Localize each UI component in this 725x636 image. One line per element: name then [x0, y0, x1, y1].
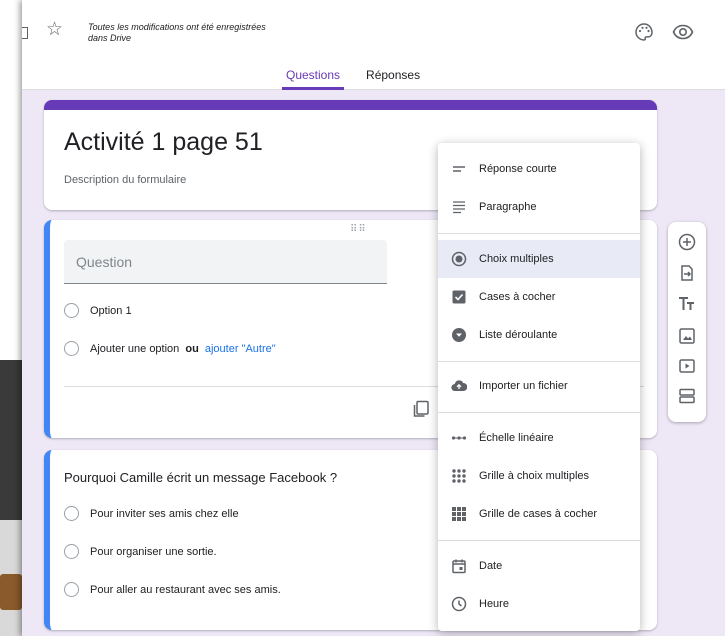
option-1-input[interactable]: Option 1 — [90, 305, 132, 317]
star-icon[interactable]: ☆ — [46, 20, 63, 39]
import-questions-icon[interactable] — [677, 263, 697, 283]
add-image-icon[interactable] — [677, 326, 697, 346]
menu-item-label: Grille de cases à cocher — [479, 508, 597, 520]
question-title-input[interactable]: Question — [64, 240, 387, 284]
paragraph-icon — [453, 201, 465, 214]
menu-item-multiple-choice[interactable]: Choix multiples — [438, 240, 640, 278]
checkbox-grid-icon — [452, 507, 466, 521]
add-option-row: Ajouter une option ou ajouter "Autre" — [90, 343, 276, 355]
radio-icon — [64, 506, 79, 521]
menu-item-label: Paragraphe — [479, 201, 537, 213]
background-desktop-fragment — [0, 360, 22, 520]
menu-item-label: Échelle linéaire — [479, 432, 554, 444]
add-section-icon[interactable] — [677, 386, 697, 406]
radio-icon — [64, 582, 79, 597]
add-option-link[interactable]: Ajouter une option — [90, 343, 179, 355]
top-bar: ☆ Toutes les modifications ont été enreg… — [22, 0, 725, 90]
background-window-fragment — [0, 0, 22, 360]
menu-item-label: Cases à cocher — [479, 291, 556, 303]
menu-item-checkbox-grid[interactable]: Grille de cases à cocher — [438, 495, 640, 533]
clock-icon — [451, 596, 467, 612]
tab-questions[interactable]: Questions — [282, 64, 345, 90]
menu-item-label: Importer un fichier — [479, 380, 568, 392]
menu-item-label: Date — [479, 560, 503, 572]
radio-icon — [64, 303, 79, 318]
tab-responses[interactable]: Réponses — [362, 64, 424, 90]
radio-icon — [64, 341, 79, 356]
menu-item-short-answer[interactable]: Réponse courte — [438, 150, 640, 188]
menu-item-time[interactable]: Heure — [438, 585, 640, 623]
question-title: Pourquoi Camille écrit un message Facebo… — [64, 470, 338, 485]
add-other-link[interactable]: ajouter "Autre" — [205, 343, 276, 355]
dropdown-icon — [452, 328, 466, 342]
floating-side-toolbar — [668, 222, 706, 422]
option-label: Pour aller au restaurant avec ses amis. — [90, 584, 281, 596]
menu-item-date[interactable]: Date — [438, 547, 640, 585]
add-video-icon[interactable] — [677, 356, 697, 376]
drag-handle-icon[interactable]: ⠿⠿ — [350, 224, 367, 235]
menu-item-label: Grille à choix multiples — [479, 470, 590, 482]
or-label: ou — [185, 343, 199, 355]
menu-divider — [438, 412, 640, 413]
menu-divider — [438, 361, 640, 362]
option-label: Pour organiser une sortie. — [90, 546, 217, 558]
radio-icon — [64, 544, 79, 559]
menu-item-label: Réponse courte — [479, 163, 557, 175]
palette-icon[interactable] — [634, 22, 654, 42]
menu-item-dropdown[interactable]: Liste déroulante — [438, 316, 640, 354]
forms-editor-window: ☆ Toutes les modifications ont été enreg… — [22, 0, 725, 636]
add-question-icon[interactable] — [677, 232, 697, 252]
menu-divider — [438, 233, 640, 234]
menu-item-label: Heure — [479, 598, 509, 610]
question-type-menu: Réponse courte Paragraphe Choix multiple… — [438, 143, 640, 631]
menu-item-file-upload[interactable]: Importer un fichier — [438, 367, 640, 405]
save-status-text: Toutes les modifications ont été enregis… — [88, 22, 266, 43]
background-image-fragment — [0, 574, 22, 610]
menu-item-label: Liste déroulante — [479, 329, 558, 341]
menu-item-linear-scale[interactable]: Échelle linéaire — [438, 419, 640, 457]
grid-icon — [452, 469, 466, 483]
linear-scale-icon — [451, 436, 467, 440]
add-title-icon[interactable] — [677, 294, 697, 314]
radio-checked-icon — [451, 251, 467, 267]
calendar-icon — [452, 559, 466, 574]
form-description-field[interactable]: Description du formulaire — [64, 174, 186, 186]
duplicate-icon[interactable] — [412, 400, 430, 418]
menu-item-multiple-choice-grid[interactable]: Grille à choix multiples — [438, 457, 640, 495]
menu-item-checkboxes[interactable]: Cases à cocher — [438, 278, 640, 316]
form-title[interactable]: Activité 1 page 51 — [64, 128, 263, 157]
folder-icon[interactable] — [22, 27, 28, 39]
short-answer-icon — [453, 166, 465, 172]
menu-item-label: Choix multiples — [479, 253, 554, 265]
menu-divider — [438, 540, 640, 541]
option-label: Pour inviter ses amis chez elle — [90, 508, 239, 520]
menu-item-paragraph[interactable]: Paragraphe — [438, 188, 640, 226]
checkbox-icon — [452, 290, 466, 304]
tab-bar: Questions Réponses — [282, 64, 424, 90]
preview-eye-icon[interactable] — [672, 22, 694, 42]
cloud-upload-icon — [451, 380, 467, 392]
